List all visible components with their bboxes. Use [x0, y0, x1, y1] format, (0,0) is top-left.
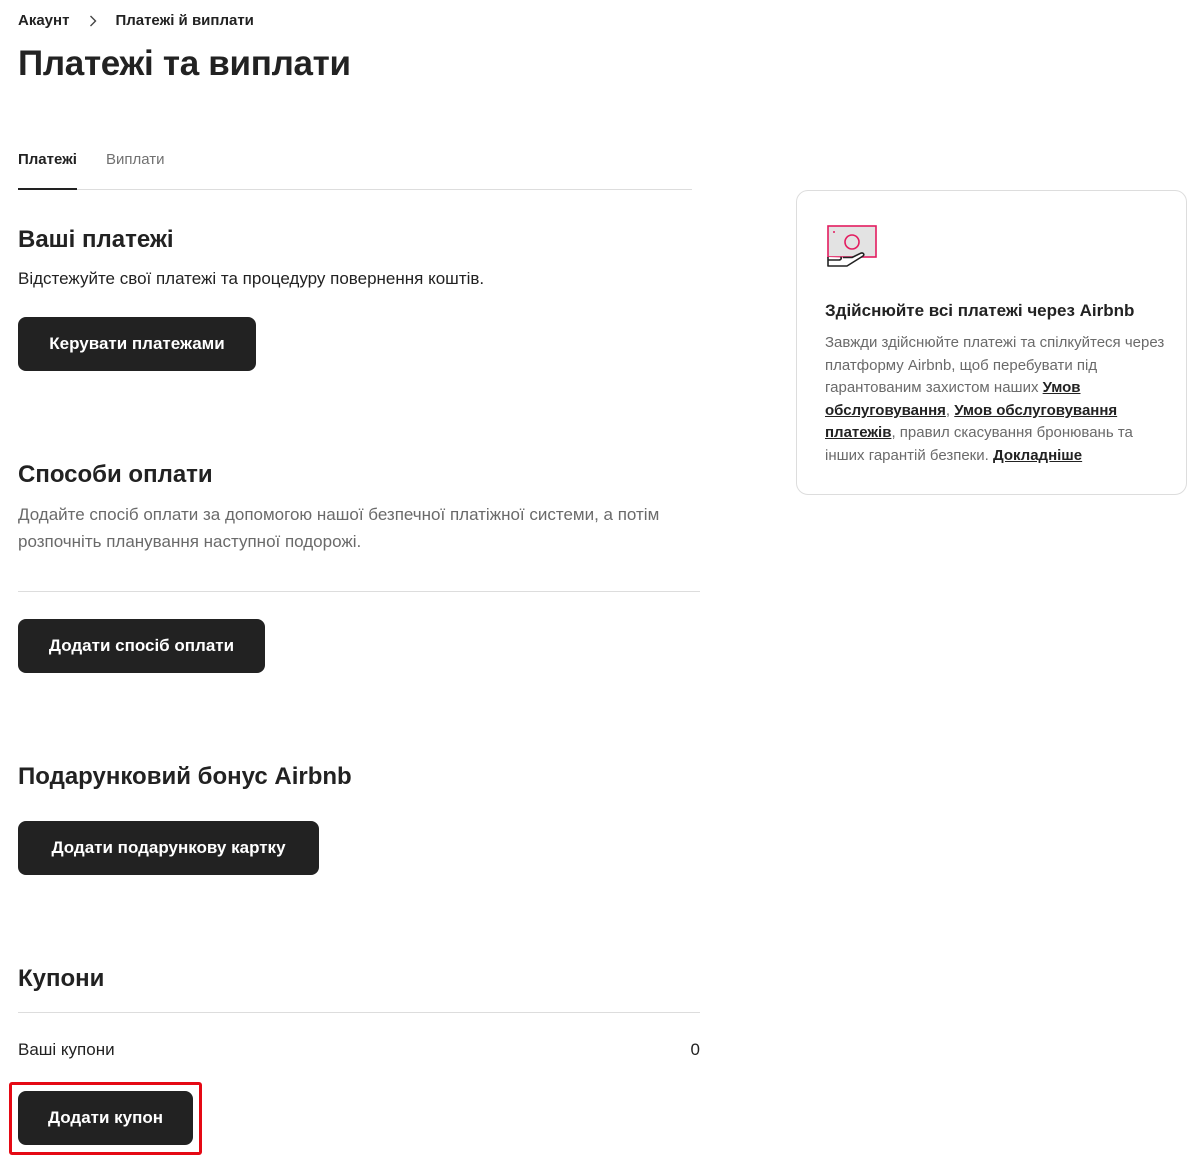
breadcrumb: Акаунт Платежі й виплати: [18, 12, 254, 29]
coupons-title: Купони: [18, 965, 105, 992]
payments-page: Акаунт Платежі й виплати Платежі та випл…: [0, 0, 1200, 1165]
divider: [18, 591, 700, 592]
coupon-count: 0: [690, 1040, 700, 1059]
chevron-right-icon: [89, 15, 97, 27]
add-payment-method-button[interactable]: Додати спосіб оплати: [18, 619, 265, 673]
coupon-label: Ваші купони: [18, 1040, 115, 1059]
payment-methods-description: Додайте спосіб оплати за допомогою нашої…: [18, 505, 660, 551]
tab-payments[interactable]: Платежі: [18, 141, 77, 190]
card-text-part: ,: [945, 401, 955, 419]
payment-safety-card: Здійснюйте всі платежі через Airbnb Завж…: [796, 190, 1187, 495]
manage-payments-button[interactable]: Керувати платежами: [18, 317, 256, 371]
card-title: Здійснюйте всі платежі через Airbnb: [825, 301, 1135, 320]
card-text: Завжди здійснюйте платежі та спілкуйтеся…: [825, 332, 1165, 468]
learn-more-link[interactable]: Докладніше: [993, 447, 1082, 464]
payment-protection-icon: [825, 224, 879, 277]
add-coupon-button[interactable]: Додати купон: [18, 1091, 193, 1145]
tab-payouts[interactable]: Виплати: [106, 141, 165, 189]
page-title: Платежі та виплати: [18, 44, 351, 83]
tab-bar: Платежі Виплати: [18, 141, 692, 190]
your-payments-title: Ваші платежі: [18, 226, 174, 253]
add-gift-card-button[interactable]: Додати подарункову картку: [18, 821, 319, 875]
breadcrumb-current: Платежі й виплати: [115, 12, 254, 29]
breadcrumb-account-link[interactable]: Акаунт: [18, 12, 69, 29]
divider: [18, 1012, 700, 1013]
gift-credit-title: Подарунковий бонус Airbnb: [18, 763, 352, 790]
coupon-count-row: Ваші купони 0: [18, 1040, 700, 1060]
your-payments-description: Відстежуйте свої платежі та процедуру по…: [18, 269, 485, 288]
card-text-part: Завжди здійснюйте платежі та спілкуйтеся…: [825, 334, 1165, 397]
payment-methods-title: Способи оплати: [18, 461, 213, 488]
